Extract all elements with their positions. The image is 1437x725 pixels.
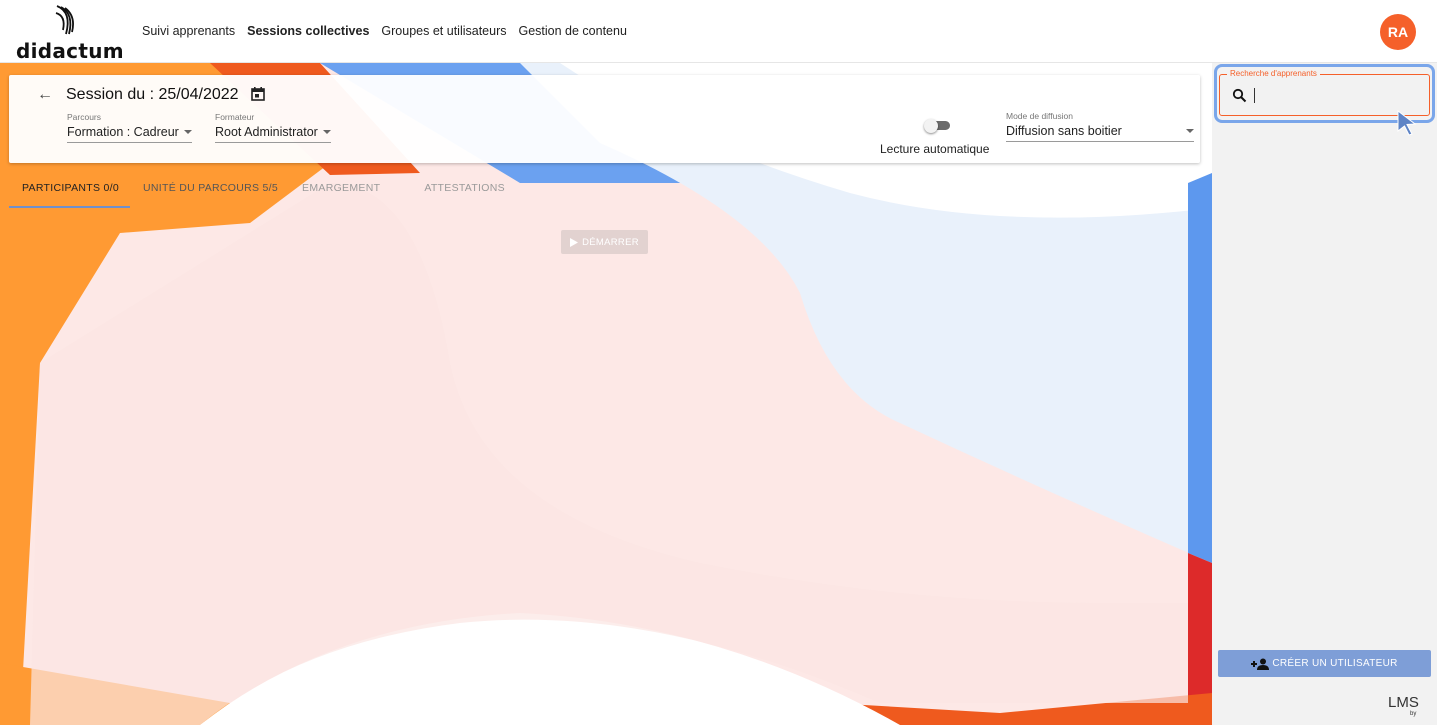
search-icon xyxy=(1232,88,1247,103)
start-button-label: DÉMARRER xyxy=(582,236,639,248)
top-bar: didactum Suivi apprenants Sessions colle… xyxy=(0,0,1437,63)
main-nav: Suivi apprenants Sessions collectives Gr… xyxy=(142,24,627,38)
fingerprint-logo-icon xyxy=(55,5,74,35)
mode-diffusion-value-row[interactable]: Diffusion sans boitier xyxy=(1006,124,1194,142)
parcours-select[interactable]: Parcours Formation : Cadreur xyxy=(67,112,192,143)
tab-attestations[interactable]: ATTESTATIONS xyxy=(411,178,516,208)
logo-text: didactum xyxy=(16,39,124,63)
back-arrow-icon[interactable]: ← xyxy=(37,86,53,104)
parcours-value: Formation : Cadreur xyxy=(67,125,179,139)
chevron-down-icon xyxy=(1186,129,1194,133)
session-title: Session du : 25/04/2022 xyxy=(66,86,239,103)
start-button[interactable]: DÉMARRER xyxy=(561,230,648,254)
create-user-label: CRÉER UN UTILISATEUR xyxy=(1272,658,1398,669)
session-tabs: PARTICIPANTS 0/0 UNITÉ DU PARCOURS 5/5 E… xyxy=(9,178,516,208)
text-cursor xyxy=(1254,88,1255,103)
mode-diffusion-label: Mode de diffusion xyxy=(1006,111,1073,121)
mode-diffusion-value: Diffusion sans boitier xyxy=(1006,124,1122,138)
formateur-label: Formateur xyxy=(215,112,255,122)
mouse-pointer-icon xyxy=(1397,110,1417,136)
toggle-knob xyxy=(924,119,938,133)
didactum-logo[interactable]: didactum xyxy=(16,4,126,63)
play-icon xyxy=(570,237,579,247)
chevron-down-icon xyxy=(322,130,331,134)
parcours-label: Parcours xyxy=(67,112,102,122)
tab-unite-parcours[interactable]: UNITÉ DU PARCOURS 5/5 xyxy=(130,178,289,208)
search-label: Recherche d'apprenants xyxy=(1227,69,1320,78)
mode-diffusion-select[interactable]: Mode de diffusion Diffusion sans boitier xyxy=(1006,111,1194,142)
lms-logo: LMS xyxy=(1388,694,1419,711)
nav-gestion-contenu[interactable]: Gestion de contenu xyxy=(518,24,626,38)
tab-emargement[interactable]: EMARGEMENT xyxy=(289,178,391,208)
session-header-card: ← Session du : 25/04/2022 Parcours Forma… xyxy=(9,75,1200,163)
formateur-select[interactable]: Formateur Root Administrator xyxy=(215,112,331,143)
parcours-value-row[interactable]: Formation : Cadreur xyxy=(67,125,192,143)
nav-suivi-apprenants[interactable]: Suivi apprenants xyxy=(142,24,235,38)
user-avatar[interactable]: RA xyxy=(1380,14,1416,50)
autoplay-toggle[interactable] xyxy=(924,119,950,133)
add-user-icon xyxy=(1251,658,1270,670)
side-panel xyxy=(1212,63,1437,725)
nav-sessions-collectives[interactable]: Sessions collectives xyxy=(247,24,369,38)
autoplay-label: Lecture automatique xyxy=(880,142,990,156)
create-user-button[interactable]: CRÉER UN UTILISATEUR xyxy=(1218,650,1431,677)
chevron-down-icon xyxy=(183,130,192,134)
nav-groupes-utilisateurs[interactable]: Groupes et utilisateurs xyxy=(381,24,506,38)
tab-participants[interactable]: PARTICIPANTS 0/0 xyxy=(9,178,130,208)
formateur-value: Root Administrator xyxy=(215,125,318,139)
lms-by-label: by xyxy=(1410,711,1417,717)
calendar-icon[interactable] xyxy=(250,86,266,102)
formateur-value-row[interactable]: Root Administrator xyxy=(215,125,331,143)
